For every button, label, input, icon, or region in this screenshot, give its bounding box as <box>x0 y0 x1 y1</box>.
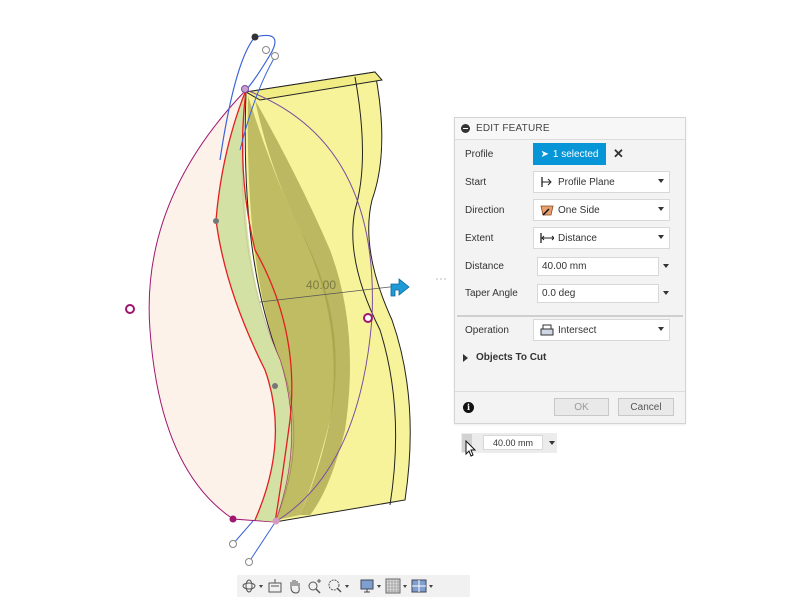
start-label: Start <box>465 176 487 188</box>
panel-header: EDIT FEATURE <box>455 118 685 140</box>
chevron-down-icon[interactable] <box>259 584 263 588</box>
profile-label: Profile <box>465 148 494 160</box>
collapse-icon[interactable] <box>461 124 470 133</box>
objects-to-cut-label: Objects To Cut <box>476 352 547 363</box>
control-point[interactable] <box>272 517 280 525</box>
operation-dropdown[interactable]: Intersect <box>533 319 670 341</box>
intersect-icon <box>540 324 554 336</box>
orbit-icon <box>242 579 256 593</box>
control-point[interactable] <box>241 85 249 93</box>
distance-label: Distance <box>465 260 504 272</box>
operation-row: Operation Intersect <box>455 318 685 342</box>
distance-row: Distance 40.00 mm <box>455 254 685 278</box>
extent-value: Distance <box>558 232 597 244</box>
display-settings-tool[interactable] <box>359 577 381 595</box>
arc-point[interactable] <box>363 313 373 323</box>
objects-to-cut-toggle[interactable]: Objects To Cut <box>463 352 546 363</box>
control-point[interactable] <box>229 540 237 548</box>
chevron-down-icon[interactable] <box>549 441 555 445</box>
section-divider <box>457 315 683 317</box>
extent-dropdown[interactable]: Distance <box>533 227 670 249</box>
control-point[interactable] <box>262 46 270 54</box>
panel-footer: i OK Cancel <box>455 391 685 424</box>
operation-value: Intersect <box>558 324 597 336</box>
profile-plane-icon <box>540 176 554 188</box>
fit-icon <box>328 579 342 593</box>
info-icon[interactable]: i <box>463 402 474 413</box>
select-cursor-icon: ➤ <box>540 148 549 160</box>
pan-icon <box>290 580 300 594</box>
zoom-tool[interactable] <box>307 577 323 595</box>
taper-row: Taper Angle 0.0 deg <box>455 281 685 305</box>
expand-arrow-icon <box>463 353 468 362</box>
control-point[interactable] <box>245 558 253 566</box>
extrude-arrow-handle[interactable] <box>390 278 410 297</box>
control-point[interactable] <box>271 52 279 60</box>
display-settings-icon <box>360 579 374 593</box>
chevron-down-icon[interactable] <box>429 584 433 588</box>
operation-label: Operation <box>465 324 509 336</box>
direction-row: Direction One Side <box>455 198 685 222</box>
grid-tool[interactable] <box>385 577 407 595</box>
taper-angle-label: Taper Angle <box>465 287 518 299</box>
one-side-icon <box>540 204 554 216</box>
control-point[interactable] <box>251 33 259 41</box>
orbit-tool[interactable] <box>241 577 263 595</box>
control-point[interactable] <box>272 383 278 389</box>
mini-distance-input[interactable]: 40.00 mm <box>483 435 543 450</box>
profile-select-button[interactable]: ➤ 1 selected <box>533 143 606 165</box>
pan-tool[interactable] <box>287 577 303 595</box>
dimension-value[interactable]: 40.00 <box>306 278 336 292</box>
start-row: Start Profile Plane <box>455 170 685 194</box>
spline-handle-bottom-1 <box>232 520 254 545</box>
direction-dropdown[interactable]: One Side <box>533 199 670 221</box>
start-dropdown[interactable]: Profile Plane <box>533 171 670 193</box>
chevron-down-icon[interactable] <box>377 584 381 588</box>
extent-label: Extent <box>465 232 494 244</box>
grid-icon <box>385 578 401 594</box>
chevron-down-icon <box>658 235 664 239</box>
chevron-down-icon[interactable] <box>403 584 407 588</box>
viewports-tool[interactable] <box>411 577 433 595</box>
profile-row: Profile ➤ 1 selected ✕ <box>455 142 685 166</box>
look-at-icon <box>268 579 282 593</box>
edit-feature-panel: EDIT FEATURE Profile ➤ 1 selected ✕ Star… <box>454 117 686 424</box>
chevron-down-icon <box>658 327 664 331</box>
chevron-down-icon[interactable] <box>345 584 349 588</box>
taper-angle-input[interactable]: 0.0 deg <box>537 283 659 303</box>
mouse-cursor-icon <box>465 440 477 457</box>
chevron-down-icon <box>658 207 664 211</box>
control-point[interactable] <box>229 515 237 523</box>
distance-options-chevron-icon[interactable] <box>663 264 669 268</box>
distance-icon <box>540 232 554 244</box>
navigation-toolbar <box>237 575 470 597</box>
fit-tool[interactable] <box>327 577 349 595</box>
clear-selection-icon[interactable]: ✕ <box>613 146 624 162</box>
zoom-icon <box>308 579 321 594</box>
ok-button[interactable]: OK <box>554 398 609 416</box>
viewports-icon <box>411 579 427 593</box>
direction-label: Direction <box>465 204 505 216</box>
direction-value: One Side <box>558 204 600 216</box>
control-point[interactable] <box>213 218 219 224</box>
look-at-tool[interactable] <box>267 577 283 595</box>
taper-options-chevron-icon[interactable] <box>663 291 669 295</box>
cancel-button[interactable]: Cancel <box>618 398 674 416</box>
distance-input[interactable]: 40.00 mm <box>537 256 659 276</box>
arc-center-point[interactable] <box>125 304 135 314</box>
chevron-down-icon <box>658 179 664 183</box>
spline-handle-bottom-2 <box>248 520 277 563</box>
extent-row: Extent Distance <box>455 226 685 250</box>
panel-title: EDIT FEATURE <box>476 123 550 134</box>
profile-selected-text: 1 selected <box>552 148 599 160</box>
start-value: Profile Plane <box>558 176 615 188</box>
